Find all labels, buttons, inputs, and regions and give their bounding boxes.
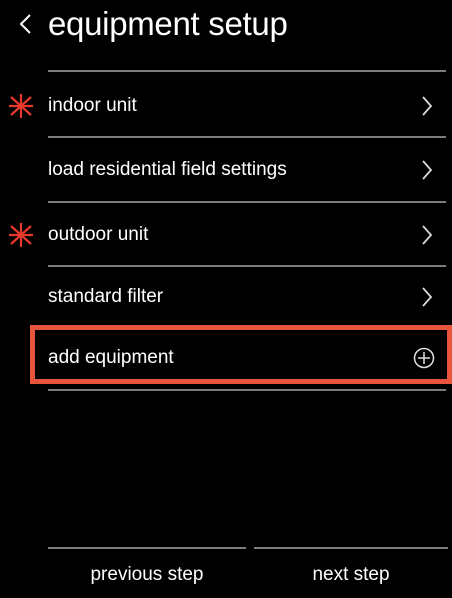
chevron-right-icon xyxy=(422,96,433,116)
divider xyxy=(48,389,446,391)
footer-divider-left xyxy=(48,547,246,549)
chevron-right-icon xyxy=(422,160,433,180)
list-item-label: load residential field settings xyxy=(48,159,287,180)
next-step-button[interactable]: next step xyxy=(254,560,448,590)
chevron-right-icon xyxy=(422,225,433,245)
previous-step-button[interactable]: previous step xyxy=(48,560,246,590)
required-asterisk-icon xyxy=(9,223,33,247)
divider xyxy=(48,70,446,72)
list-item-outdoor-unit[interactable]: outdoor unit xyxy=(0,205,452,265)
divider xyxy=(48,201,446,203)
list-item-standard-filter[interactable]: standard filter xyxy=(0,267,452,327)
list-item-label: outdoor unit xyxy=(48,224,149,245)
page-title: equipment setup xyxy=(48,5,288,42)
chevron-left-icon[interactable] xyxy=(16,12,36,36)
header: equipment setup xyxy=(0,0,452,50)
list-item-indoor-unit[interactable]: indoor unit xyxy=(0,76,452,136)
highlight-box xyxy=(30,325,452,384)
chevron-right-icon xyxy=(422,287,433,307)
list-item-label: standard filter xyxy=(48,286,164,307)
divider xyxy=(48,136,446,138)
footer-divider-right xyxy=(254,547,448,549)
required-asterisk-icon xyxy=(9,94,33,118)
list-item-load-residential-field-settings[interactable]: load residential field settings xyxy=(0,140,452,200)
list-item-label: indoor unit xyxy=(48,95,137,116)
